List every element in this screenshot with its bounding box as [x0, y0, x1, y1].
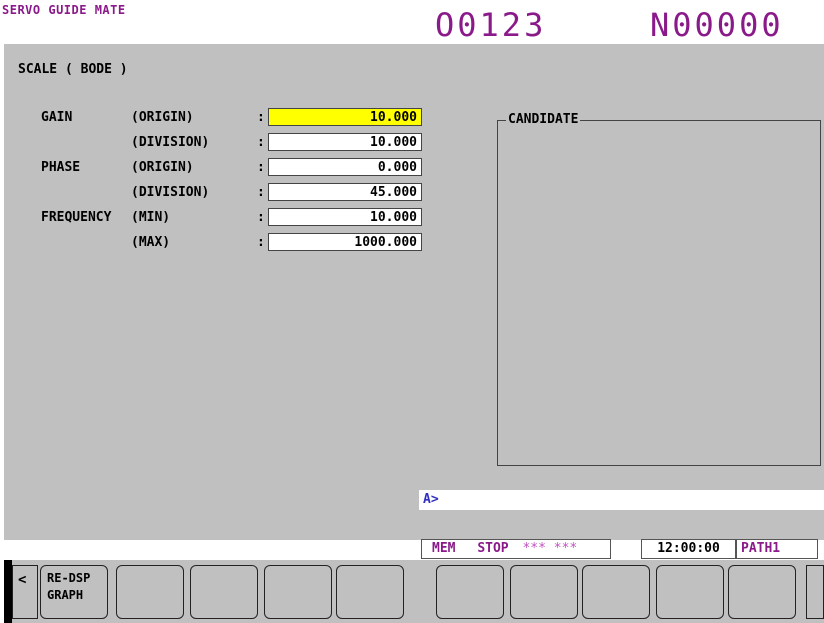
softkey-frame [4, 560, 12, 623]
state-text: STOP [477, 541, 509, 556]
colon: : [257, 235, 265, 250]
param-sub-label: (MAX) [131, 235, 171, 250]
param-sub-label: (MIN) [131, 210, 171, 225]
candidate-title: CANDIDATE [506, 112, 581, 127]
softkey-10[interactable] [728, 565, 796, 619]
frequency-max-field[interactable]: 1000.000 [268, 233, 422, 251]
status-time: 12:00:00 [641, 539, 736, 559]
softkey-3[interactable] [190, 565, 258, 619]
colon: : [257, 185, 265, 200]
colon: : [257, 210, 265, 225]
chevron-left-icon: < [18, 572, 27, 588]
mode-text: MEM [432, 541, 456, 556]
softkey-8[interactable] [582, 565, 650, 619]
param-group-label: GAIN [41, 110, 73, 125]
softkey-6[interactable] [436, 565, 504, 619]
input-prompt: A> [423, 492, 439, 507]
param-sub-label: (ORIGIN) [131, 110, 194, 125]
param-sub-label: (ORIGIN) [131, 160, 194, 175]
program-number: O0123 [435, 6, 547, 44]
status-mode: MEM STOP *** *** [421, 539, 611, 559]
frequency-min-field[interactable]: 10.000 [268, 208, 422, 226]
param-group-label: FREQUENCY [41, 210, 112, 225]
softkey-9[interactable] [656, 565, 724, 619]
param-group-label: PHASE [41, 160, 81, 175]
gain-division-field[interactable]: 10.000 [268, 133, 422, 151]
alarm-stars: *** *** [522, 541, 578, 556]
status-path: PATH1 [736, 539, 818, 559]
softkey-2[interactable] [116, 565, 184, 619]
phase-origin-field[interactable]: 0.000 [268, 158, 422, 176]
param-sub-label: (DIVISION) [131, 185, 210, 200]
candidate-list[interactable] [497, 120, 821, 466]
softkey-next[interactable] [806, 565, 824, 619]
app-title: SERVO GUIDE MATE [2, 3, 126, 17]
phase-division-field[interactable]: 45.000 [268, 183, 422, 201]
gain-origin-field[interactable]: 10.000 [268, 108, 422, 126]
softkey-label: GRAPH [47, 588, 84, 602]
param-sub-label: (DIVISION) [131, 135, 210, 150]
key-input-line[interactable] [419, 490, 824, 510]
softkey-5[interactable] [336, 565, 404, 619]
softkey-7[interactable] [510, 565, 578, 619]
softkey-4[interactable] [264, 565, 332, 619]
colon: : [257, 135, 265, 150]
screen-title: SCALE ( BODE ) [18, 62, 128, 77]
colon: : [257, 110, 265, 125]
sequence-number: N00000 [650, 6, 784, 44]
softkey-label: RE-DSP [47, 571, 91, 585]
softkey-redsp-graph[interactable]: RE-DSP GRAPH [40, 565, 108, 619]
colon: : [257, 160, 265, 175]
